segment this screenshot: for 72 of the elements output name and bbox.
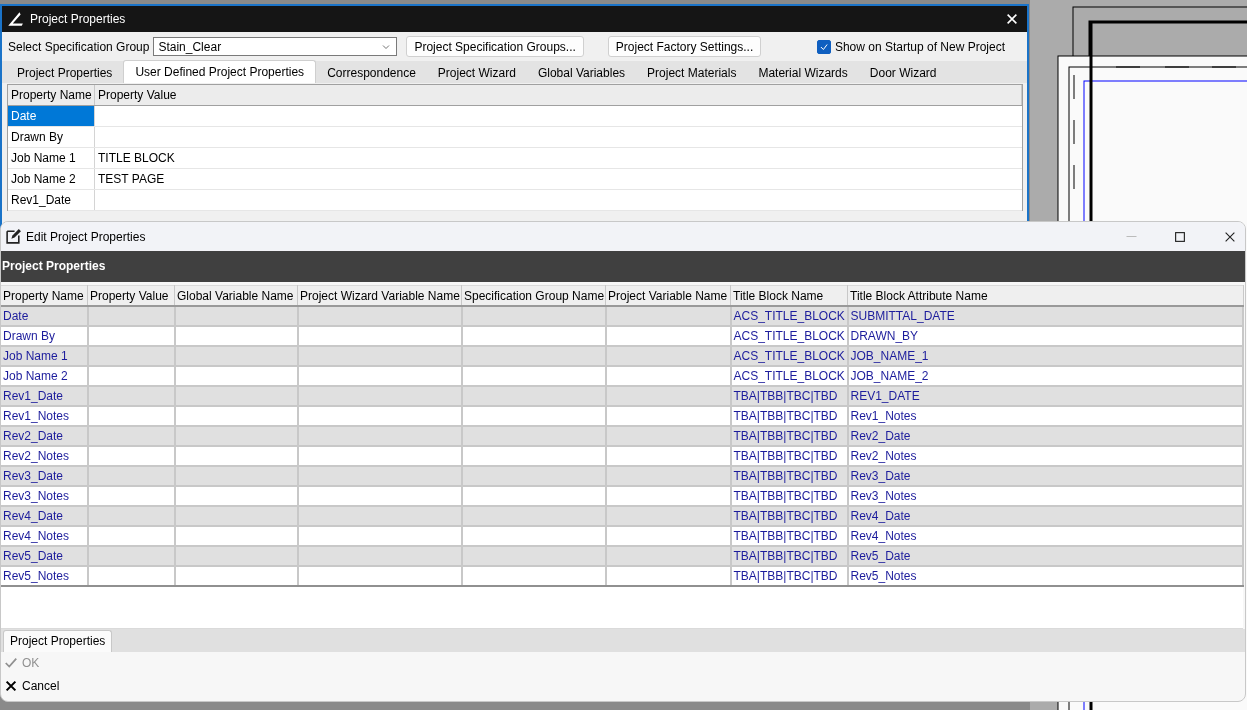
tab[interactable]: Project Properties	[3, 630, 113, 652]
table-cell: Rev2_Date	[847, 426, 1243, 446]
column-header[interactable]: Project Wizard Variable Name	[297, 285, 462, 306]
table-cell: Rev3_Date	[847, 466, 1243, 486]
grid-cell[interactable]: Drawn By	[8, 127, 95, 147]
table-cell: SUBMITTAL_DATE	[847, 306, 1243, 326]
tab[interactable]: Project Properties	[6, 63, 124, 83]
tab[interactable]: Project Wizard	[426, 63, 527, 83]
edit-icon	[5, 228, 22, 245]
column-header[interactable]: Specification Group Name	[461, 285, 606, 306]
column-header[interactable]: Title Block Attribute Name	[847, 285, 1243, 306]
table-cell: Rev5_Date	[1, 546, 88, 566]
startup-checkbox[interactable]: Show on Startup of New Project	[816, 39, 1005, 54]
table-cell: Date	[1, 306, 88, 326]
checkbox[interactable]	[816, 39, 831, 54]
table-cell: Rev3_Date	[1, 466, 88, 486]
table-cell: Job Name 2	[1, 366, 88, 386]
minimize-icon	[1126, 236, 1137, 237]
section-header: Project Properties	[1, 251, 1245, 282]
table-cell: Job Name 1	[1, 346, 88, 366]
table-cell: Rev2_Notes	[1, 446, 88, 466]
table-cell: JOB_NAME_2	[847, 366, 1243, 386]
column-header[interactable]: Title Block Name	[730, 285, 848, 306]
grid-cell[interactable]: TITLE BLOCK	[95, 148, 1022, 168]
table-cell: REV1_DATE	[847, 386, 1243, 406]
column-header[interactable]: Project Variable Name	[605, 285, 731, 306]
table-cell: Rev2_Date	[1, 426, 88, 446]
dialog-button[interactable]: Project Specification Groups...	[406, 36, 584, 57]
column-header[interactable]: Property Name	[8, 85, 95, 105]
tab[interactable]: Correspondence	[316, 63, 427, 83]
close-icon	[1005, 12, 1019, 26]
column-header[interactable]: Property Value	[95, 85, 1022, 105]
dialog-button[interactable]: Project Factory Settings...	[607, 36, 762, 57]
table-cell: Rev1_Notes	[847, 406, 1243, 426]
column-header[interactable]: Property Name	[1, 285, 88, 306]
table-cell: Rev1_Date	[1, 386, 88, 406]
check-icon	[4, 656, 18, 670]
grid-cell[interactable]: TEST PAGE	[95, 169, 1022, 189]
logo-icon	[6, 10, 24, 28]
column-header[interactable]: Global Variable Name	[174, 285, 298, 306]
tab[interactable]: Project Materials	[636, 63, 748, 83]
table-cell: Rev4_Notes	[847, 526, 1243, 546]
tab[interactable]: Material Wizards	[747, 63, 859, 83]
tab[interactable]: Global Variables	[526, 63, 637, 83]
tab[interactable]: Door Wizard	[858, 63, 948, 83]
field-label: Select Specification Group	[8, 39, 150, 54]
grid-cell[interactable]: Job Name 1	[8, 148, 95, 168]
table-cell: Rev5_Notes	[847, 566, 1243, 586]
table-cell: JOB_NAME_1	[847, 346, 1243, 366]
check-icon	[818, 41, 829, 52]
grid-cell[interactable]: Job Name 2	[8, 169, 95, 189]
table-cell: Rev5_Date	[847, 546, 1243, 566]
grid-cell[interactable]: Date	[8, 106, 95, 126]
tab[interactable]: User Defined Project Properties	[123, 60, 317, 83]
table-cell: Drawn By	[1, 326, 88, 346]
table-cell: Rev4_Notes	[1, 526, 88, 546]
close-icon	[4, 679, 18, 693]
table-cell: Rev1_Notes	[1, 406, 88, 426]
table-cell: Rev2_Notes	[847, 446, 1243, 466]
table-cell: Rev3_Notes	[1, 486, 88, 506]
table-cell: DRAWN_BY	[847, 326, 1243, 346]
maximize-icon	[1173, 229, 1187, 244]
spec-group-dropdown[interactable]: Stain_Clear	[153, 37, 398, 56]
table-cell: Rev4_Date	[847, 506, 1243, 526]
grid-cell[interactable]: Rev1_Date	[8, 190, 95, 210]
window-title: Project Properties	[30, 12, 126, 26]
table-cell: Rev5_Notes	[1, 566, 88, 586]
window-title: Edit Project Properties	[26, 229, 146, 244]
table-cell: Rev4_Date	[1, 506, 88, 526]
column-header[interactable]: Property Value	[87, 285, 175, 306]
table-cell: Rev3_Notes	[847, 486, 1243, 506]
cancel-button[interactable]: Cancel	[4, 677, 60, 695]
